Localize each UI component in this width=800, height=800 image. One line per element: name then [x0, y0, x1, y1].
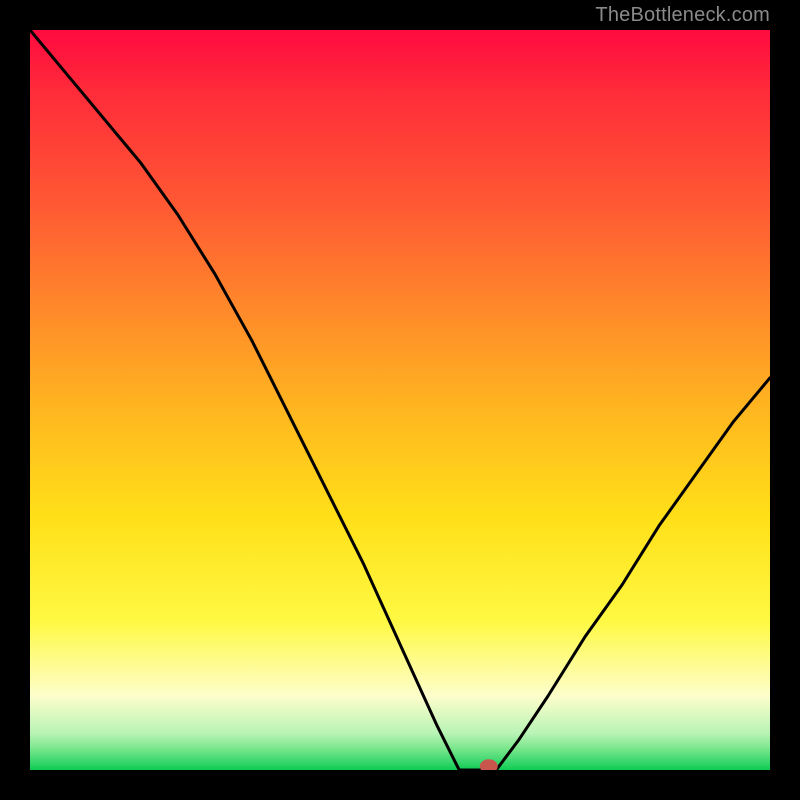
- chart-frame: TheBottleneck.com: [0, 0, 800, 800]
- attribution-label: TheBottleneck.com: [595, 4, 770, 27]
- bottleneck-curve: [30, 30, 770, 770]
- plot-area: [30, 30, 770, 770]
- min-marker: [480, 759, 498, 770]
